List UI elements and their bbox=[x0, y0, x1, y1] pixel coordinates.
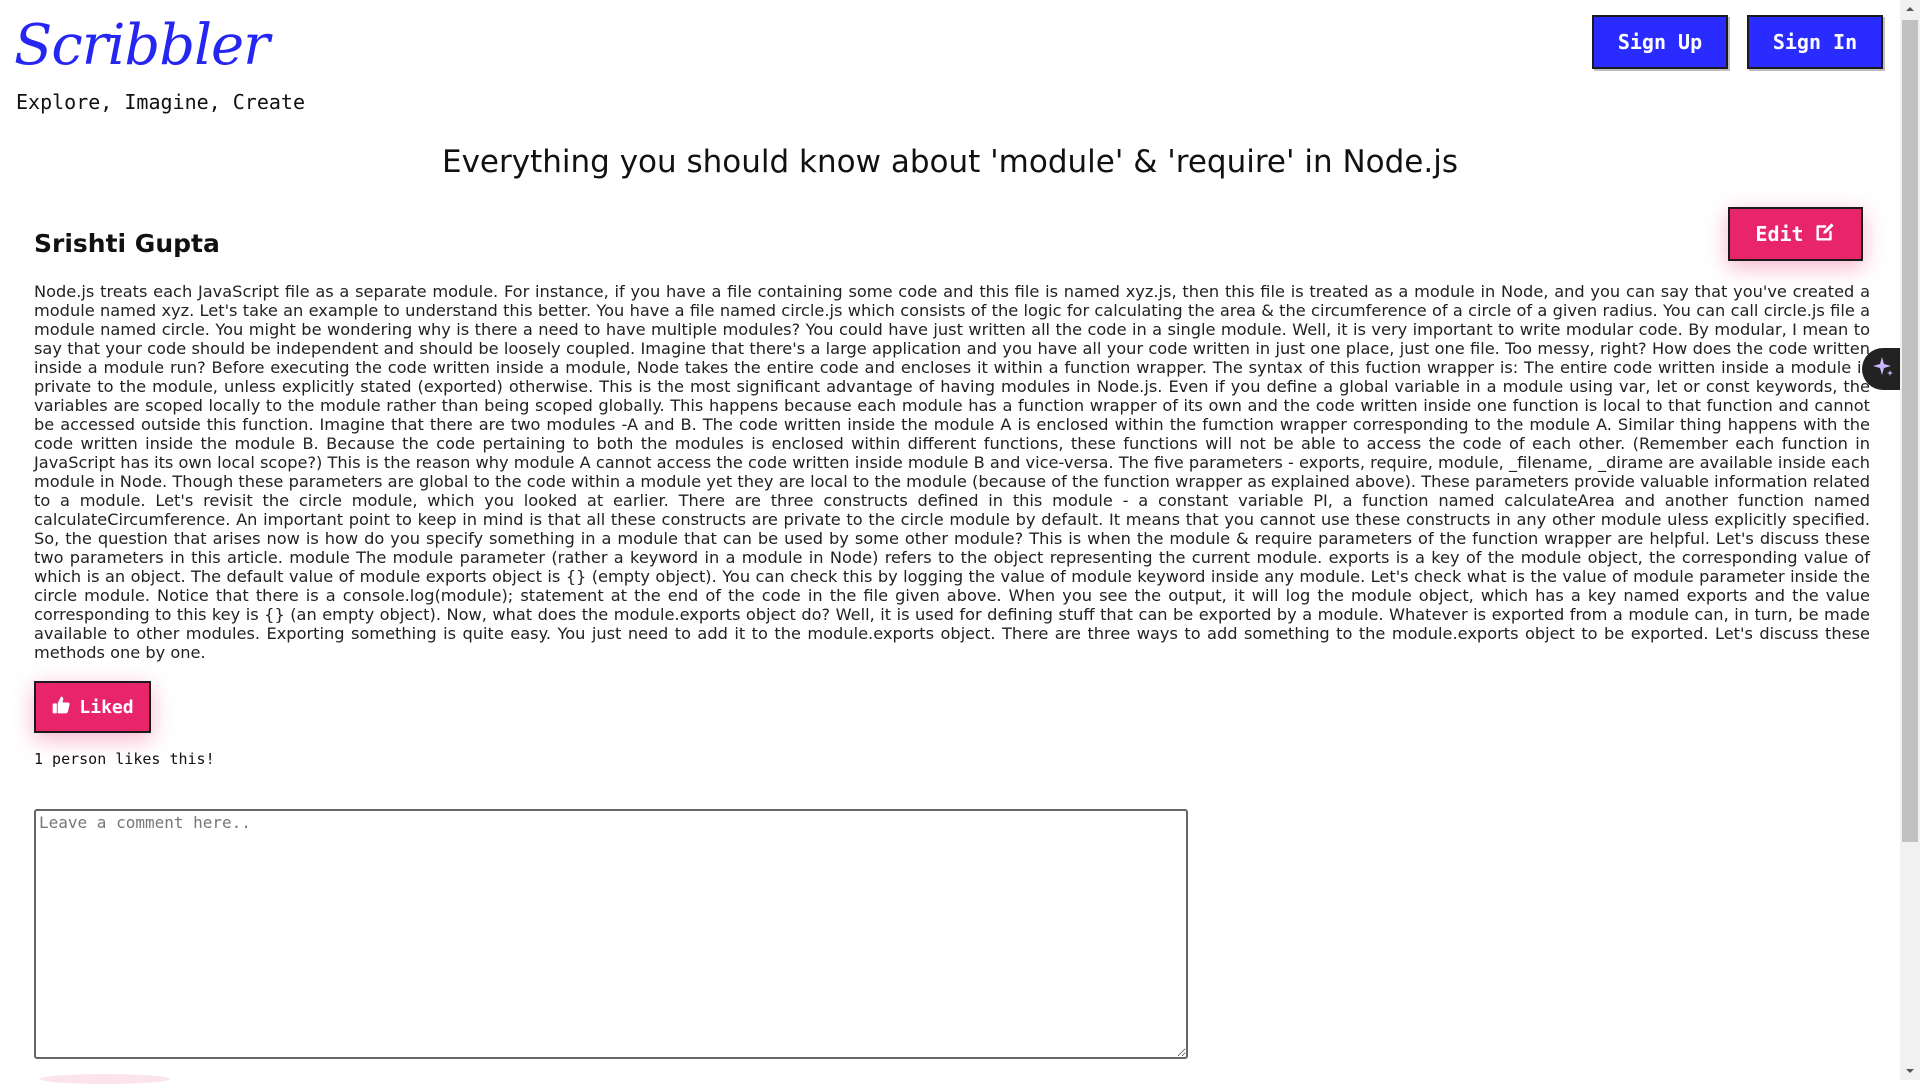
post-title: Everything you should know about 'module… bbox=[442, 144, 1458, 180]
sign-up-button[interactable]: Sign Up bbox=[1592, 15, 1728, 69]
comment-input[interactable] bbox=[34, 809, 1188, 1059]
scroll-down-arrow-icon[interactable] bbox=[1900, 1062, 1920, 1080]
scroll-up-arrow-icon[interactable] bbox=[1900, 0, 1920, 18]
post-body: Node.js treats each JavaScript file as a… bbox=[34, 282, 1870, 662]
edit-button[interactable]: Edit bbox=[1728, 207, 1863, 261]
sign-in-button[interactable]: Sign In bbox=[1747, 15, 1883, 69]
submit-button-glow bbox=[40, 1074, 170, 1084]
brand-logo[interactable]: Scribbler bbox=[14, 18, 270, 74]
like-button[interactable]: Liked bbox=[34, 681, 151, 733]
tagline: Explore, Imagine, Create bbox=[16, 90, 305, 114]
thumbs-up-icon bbox=[51, 695, 71, 720]
like-label: Liked bbox=[79, 696, 134, 718]
edit-square-icon bbox=[1814, 221, 1836, 248]
edit-label: Edit bbox=[1755, 222, 1804, 246]
scrollbar-thumb[interactable] bbox=[1902, 20, 1918, 842]
likes-count: 1 person likes this! bbox=[34, 750, 215, 768]
post-author: Srishti Gupta bbox=[34, 229, 220, 258]
sparkle-icon bbox=[1871, 355, 1895, 383]
